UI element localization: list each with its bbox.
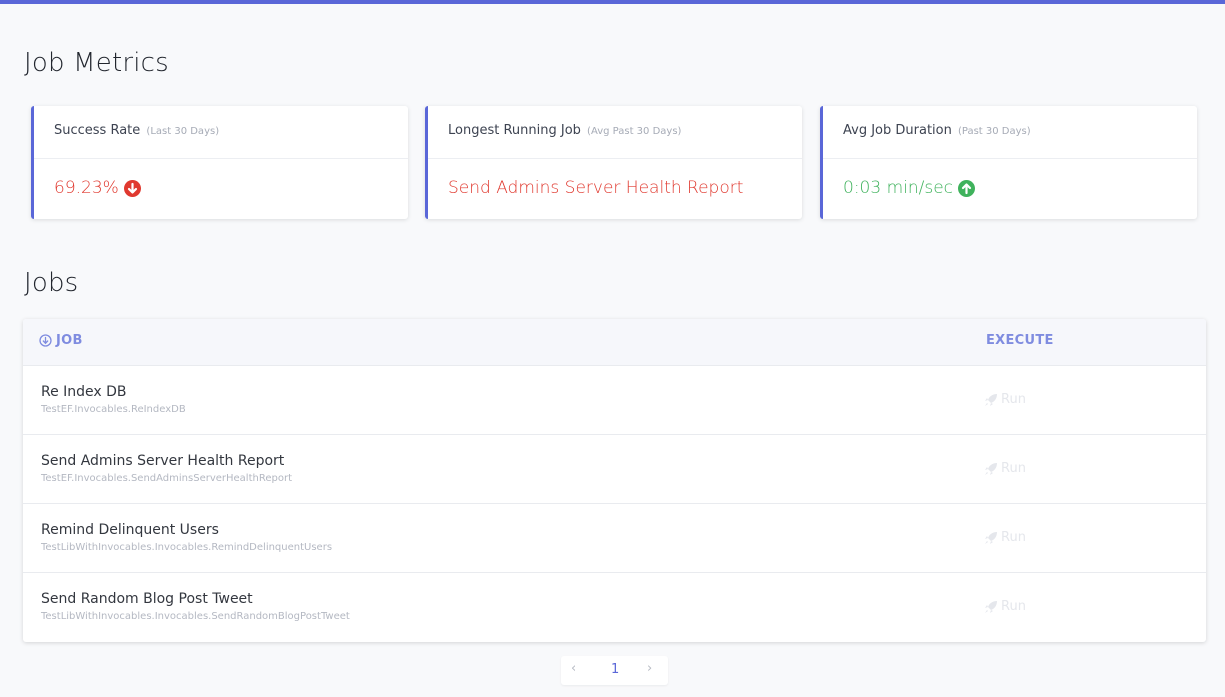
prev-page-button[interactable]: ‹ [571, 661, 576, 676]
longest-running-job-value: Send Admins Server Health Report [448, 178, 744, 198]
metric-card-success-rate: Success Rate (Last 30 Days) 69.23% [31, 106, 408, 219]
job-type: TestEF.Invocables.SendAdminsServerHealth… [41, 473, 292, 484]
job-name: Re Index DB [41, 384, 127, 400]
run-button[interactable]: Run [984, 461, 1026, 476]
rocket-icon [985, 531, 997, 544]
run-button[interactable]: Run [984, 530, 1026, 545]
job-type: TestLibWithInvocables.Invocables.SendRan… [41, 611, 350, 622]
metric-card-avg-duration: Avg Job Duration (Past 30 Days) 0:03 min… [820, 106, 1197, 219]
metric-label: Longest Running Job [448, 123, 581, 138]
metric-sublabel: (Last 30 Days) [146, 126, 220, 137]
run-button[interactable]: Run [984, 599, 1026, 614]
run-button[interactable]: Run [984, 392, 1026, 407]
metrics-section-title: Job Metrics [24, 48, 169, 78]
job-column-label: JOB [56, 333, 83, 348]
table-row: Send Random Blog Post Tweet TestLibWithI… [23, 572, 1206, 641]
jobs-section-title: Jobs [24, 268, 79, 298]
jobs-table-header: JOB EXECUTE [23, 319, 1206, 365]
metric-label: Avg Job Duration [843, 123, 952, 138]
run-label: Run [1001, 392, 1026, 407]
table-row: Re Index DB TestEF.Invocables.ReIndexDB … [23, 365, 1206, 434]
page-number-button[interactable]: 1 [611, 662, 619, 677]
metric-card-header: Longest Running Job (Avg Past 30 Days) [428, 106, 802, 159]
top-accent-bar [0, 0, 1225, 4]
run-label: Run [1001, 530, 1026, 545]
job-name: Send Random Blog Post Tweet [41, 591, 253, 607]
job-type: TestLibWithInvocables.Invocables.RemindD… [41, 542, 333, 553]
table-row: Send Admins Server Health Report TestEF.… [23, 434, 1206, 503]
metric-sublabel: (Past 30 Days) [957, 126, 1031, 137]
metric-card-longest-running-job: Longest Running Job (Avg Past 30 Days) S… [425, 106, 802, 219]
metric-card-body: 69.23% [34, 159, 408, 198]
metric-label: Success Rate [54, 123, 141, 138]
up-arrow-icon [958, 179, 976, 197]
job-column-header[interactable]: JOB [39, 333, 83, 348]
metric-sublabel: (Avg Past 30 Days) [587, 126, 682, 137]
table-row: Remind Delinquent Users TestLibWithInvoc… [23, 503, 1206, 572]
jobs-table: JOB EXECUTE Re Index DB TestEF.Invocable… [23, 319, 1206, 642]
success-rate-value: 69.23% [54, 178, 119, 198]
metric-card-body: Send Admins Server Health Report [428, 159, 802, 198]
job-type: TestEF.Invocables.ReIndexDB [41, 404, 186, 415]
run-label: Run [1001, 461, 1026, 476]
next-page-button[interactable]: › [647, 661, 652, 676]
avg-duration-value: 0:03 min/sec [843, 178, 954, 198]
down-arrow-icon [123, 179, 141, 197]
sort-down-circle-icon [39, 334, 52, 347]
metric-card-body: 0:03 min/sec [823, 159, 1197, 198]
job-name: Remind Delinquent Users [41, 522, 219, 538]
job-name: Send Admins Server Health Report [41, 453, 285, 469]
pagination: ‹ 1 › [561, 656, 668, 685]
rocket-icon [985, 462, 997, 475]
metric-card-header: Success Rate (Last 30 Days) [34, 106, 408, 159]
execute-column-header: EXECUTE [986, 333, 1054, 348]
run-label: Run [1001, 599, 1026, 614]
metric-card-header: Avg Job Duration (Past 30 Days) [823, 106, 1197, 159]
rocket-icon [985, 393, 997, 406]
rocket-icon [985, 600, 997, 613]
